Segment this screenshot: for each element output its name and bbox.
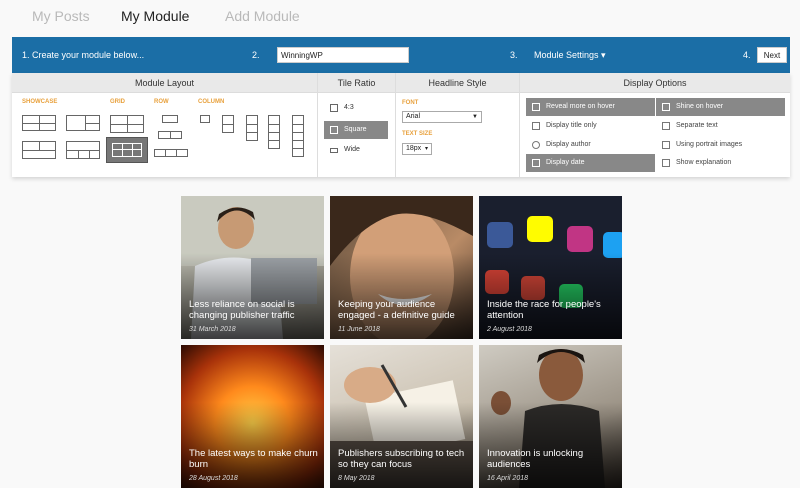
option-label: Show explanation xyxy=(676,159,732,166)
article-title: Less reliance on social is changing publ… xyxy=(189,299,295,321)
layout-showcase-2[interactable] xyxy=(66,115,100,131)
layout-showcase-1[interactable] xyxy=(22,115,56,131)
settings-panel: Module Layout SHOWCASE GRID ROW COLUMN T… xyxy=(12,73,790,177)
text-size-value: 18px xyxy=(406,145,422,152)
option-label: Display title only xyxy=(546,122,597,129)
tab-my-posts[interactable]: My Posts xyxy=(32,8,90,24)
chevron-down-icon: ▼ xyxy=(472,114,478,120)
option-reveal-more[interactable]: Reveal more on hover xyxy=(526,98,655,116)
author-icon xyxy=(532,141,540,149)
text-size-select[interactable]: 18px ▾ xyxy=(402,143,432,155)
layout-column-3[interactable] xyxy=(246,115,258,141)
text-size-label: TEXT SIZE xyxy=(402,131,433,137)
shine-icon xyxy=(662,103,670,111)
option-display-date[interactable]: Display date xyxy=(526,154,655,172)
ratio-square[interactable]: Square xyxy=(324,121,388,139)
layout-showcase-3[interactable] xyxy=(22,141,56,159)
tile-ratio-heading: Tile Ratio xyxy=(318,73,395,93)
font-label: FONT xyxy=(402,100,419,106)
column-label: COLUMN xyxy=(198,99,225,105)
option-shine-on-hover[interactable]: Shine on hover xyxy=(656,98,785,116)
article-date: 8 May 2018 xyxy=(338,475,375,482)
step-2-label: 2. xyxy=(252,50,260,60)
article-date: 31 March 2018 xyxy=(189,326,236,333)
article-tile[interactable]: Less reliance on social is changing publ… xyxy=(181,196,324,339)
hover-icon xyxy=(532,103,540,111)
grid-label: GRID xyxy=(110,99,125,105)
tile-ratio-section: Tile Ratio 4:3 Square Wide xyxy=(318,73,396,177)
option-separate-text[interactable]: Separate text xyxy=(656,117,785,135)
chevron-down-icon: ▾ xyxy=(424,146,428,152)
option-show-explanation[interactable]: Show explanation xyxy=(656,154,785,172)
article-tile[interactable]: Inside the race for people's attention 2… xyxy=(479,196,622,339)
layout-showcase-4[interactable] xyxy=(66,141,100,159)
option-portrait-images[interactable]: Using portrait images xyxy=(656,136,785,154)
layout-column-4[interactable] xyxy=(268,115,280,149)
article-title: The latest ways to make churn burn xyxy=(189,448,318,470)
module-toolbar: 1. Create your module below... 2. 3. Mod… xyxy=(12,37,790,73)
option-label: Separate text xyxy=(676,122,718,129)
font-select-value: Arial xyxy=(406,113,421,120)
display-options-section: Display Options Reveal more on hover Shi… xyxy=(520,73,790,177)
step-4-label: 4. xyxy=(743,50,751,60)
text-icon xyxy=(662,122,670,130)
layout-row-3[interactable] xyxy=(154,149,188,157)
article-date: 28 August 2018 xyxy=(189,475,238,482)
option-label: Display author xyxy=(546,141,591,148)
row-label: ROW xyxy=(154,99,169,105)
layout-column-2[interactable] xyxy=(222,115,234,133)
article-title: Inside the race for people's attention xyxy=(487,299,601,321)
article-tile[interactable]: Publishers subscribing to tech so they c… xyxy=(330,345,473,488)
next-button[interactable]: Next xyxy=(757,47,787,63)
option-label: Reveal more on hover xyxy=(546,103,615,110)
ratio-wide-label: Wide xyxy=(344,146,360,153)
headline-style-heading: Headline Style xyxy=(396,73,519,93)
showcase-label: SHOWCASE xyxy=(22,99,58,105)
ratio-4-3-icon xyxy=(330,104,338,112)
article-tile[interactable]: The latest ways to make churn burn 28 Au… xyxy=(181,345,324,488)
layout-grid-2[interactable] xyxy=(106,137,148,163)
option-label: Display date xyxy=(546,159,585,166)
ratio-4-3-label: 4:3 xyxy=(344,104,354,111)
module-name-input[interactable] xyxy=(277,47,409,63)
module-layout-heading: Module Layout xyxy=(12,73,317,93)
display-options-heading: Display Options xyxy=(520,73,790,93)
layout-grid-1[interactable] xyxy=(110,115,144,133)
article-date: 16 April 2018 xyxy=(487,475,528,482)
article-tile[interactable]: Keeping your audience engaged - a defini… xyxy=(330,196,473,339)
portrait-icon xyxy=(662,141,670,149)
option-title-only[interactable]: Display title only xyxy=(526,117,655,135)
layout-column-5[interactable] xyxy=(292,115,304,157)
ratio-wide[interactable]: Wide xyxy=(324,141,388,159)
step-1-label: 1. Create your module below... xyxy=(22,50,145,60)
option-label: Shine on hover xyxy=(676,103,724,110)
ratio-4-3[interactable]: 4:3 xyxy=(324,99,388,117)
comment-icon xyxy=(662,159,670,167)
article-date: 2 August 2018 xyxy=(487,326,532,333)
ratio-square-icon xyxy=(330,126,338,134)
calendar-icon xyxy=(532,159,540,167)
step-3-label: 3. xyxy=(510,50,518,60)
article-tile[interactable]: Innovation is unlocking audiences 16 Apr… xyxy=(479,345,622,488)
layout-row-1[interactable] xyxy=(162,115,178,123)
option-display-author[interactable]: Display author xyxy=(526,136,655,154)
headline-style-section: Headline Style FONT Arial ▼ TEXT SIZE 18p… xyxy=(396,73,520,177)
article-date: 11 June 2018 xyxy=(338,326,380,333)
tab-my-module[interactable]: My Module xyxy=(121,8,189,24)
module-tabs: My Posts My Module Add Module xyxy=(0,0,800,37)
font-select[interactable]: Arial ▼ xyxy=(402,111,482,123)
ratio-square-label: Square xyxy=(344,126,367,133)
layout-row-2[interactable] xyxy=(158,131,182,139)
tab-add-module[interactable]: Add Module xyxy=(225,8,300,24)
module-layout-section: Module Layout SHOWCASE GRID ROW COLUMN xyxy=(12,73,318,177)
ratio-wide-icon xyxy=(330,148,338,153)
title-icon xyxy=(532,122,540,130)
article-title: Innovation is unlocking audiences xyxy=(487,448,584,470)
article-title: Keeping your audience engaged - a defini… xyxy=(338,299,455,321)
module-settings-dropdown[interactable]: Module Settings ▾ xyxy=(534,50,606,61)
article-title: Publishers subscribing to tech so they c… xyxy=(338,448,465,470)
option-label: Using portrait images xyxy=(676,141,743,148)
layout-column-1[interactable] xyxy=(200,115,210,123)
